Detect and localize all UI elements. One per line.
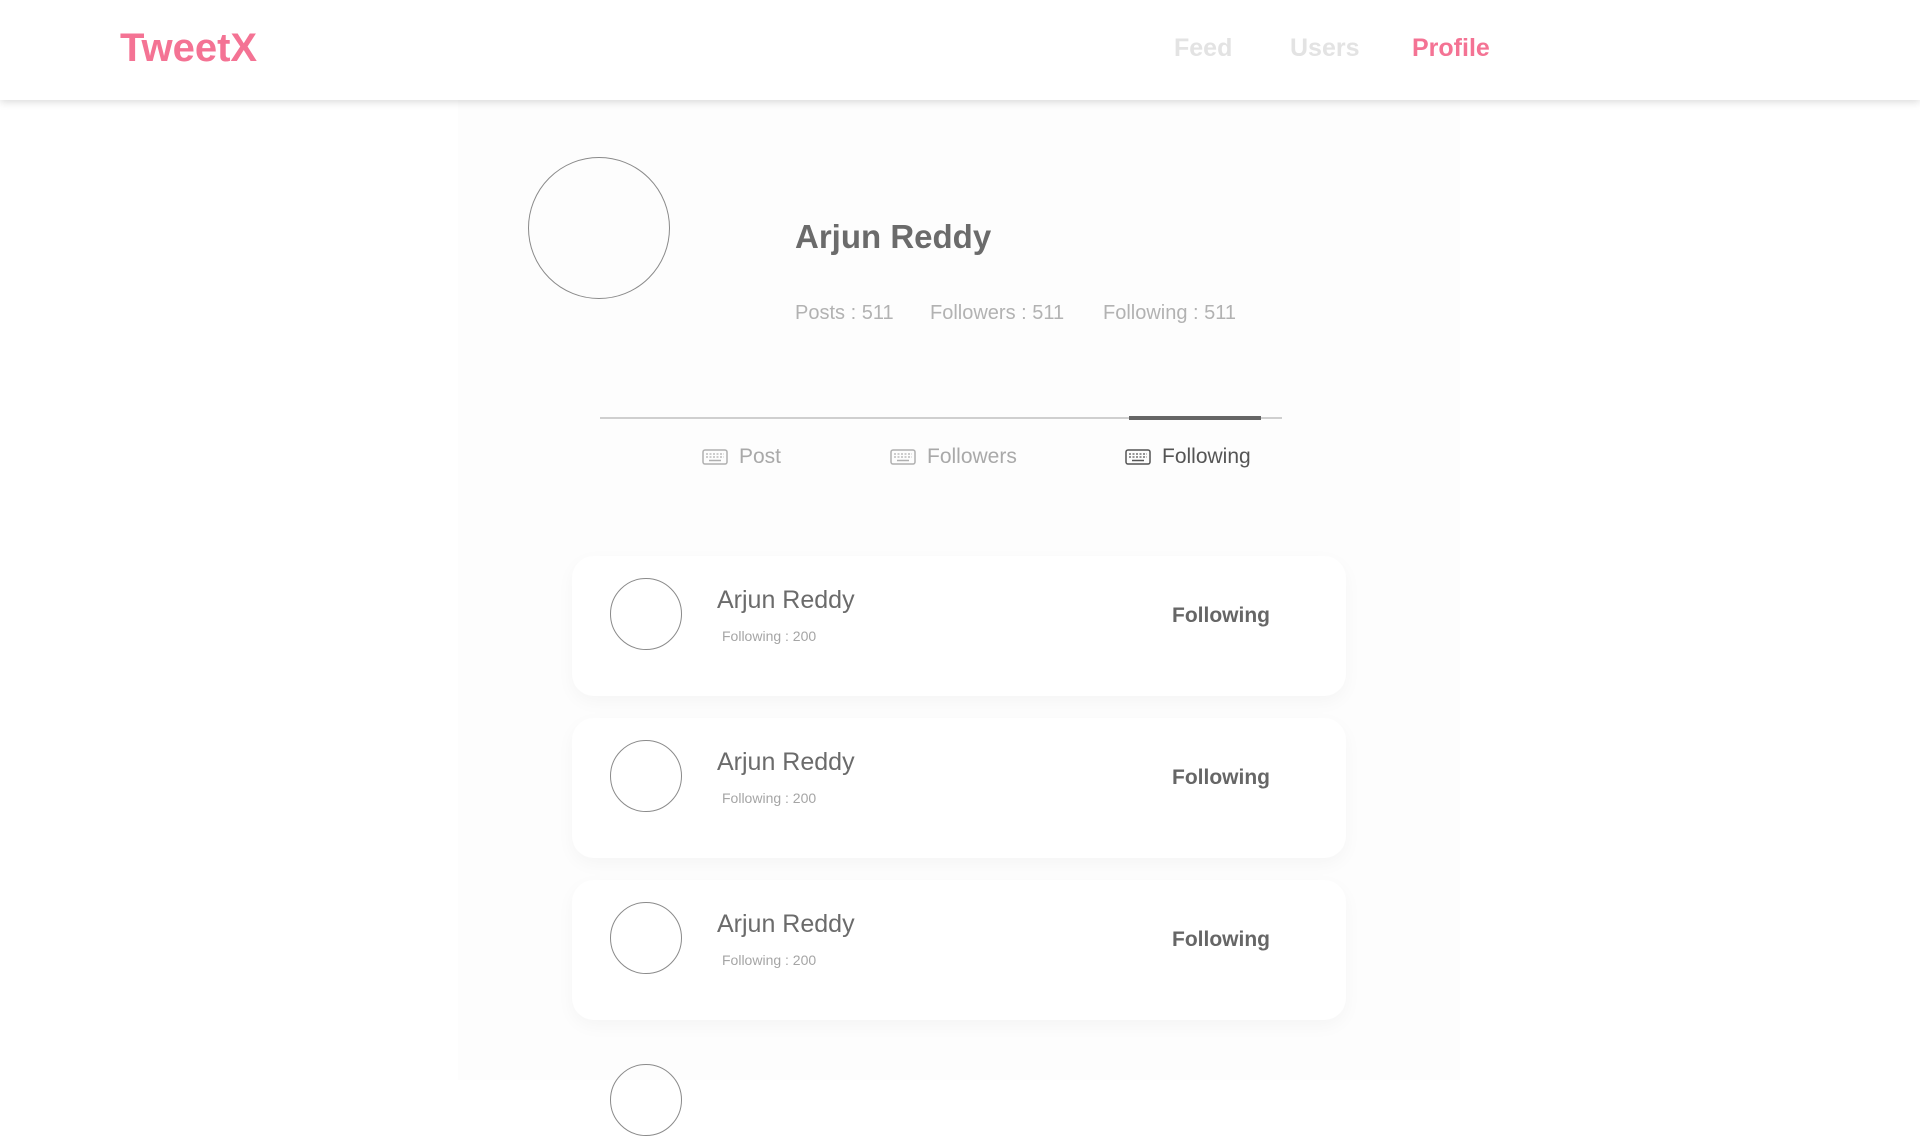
brand-logo[interactable]: TweetX [120, 26, 257, 71]
tab-post[interactable]: Post [702, 445, 781, 469]
stat-followers: Followers : 511 [930, 302, 1065, 324]
user-avatar[interactable] [610, 902, 682, 974]
keyboard-icon [890, 448, 916, 466]
tab-followers[interactable]: Followers [890, 445, 1017, 469]
user-name[interactable]: Arjun Reddy [717, 748, 855, 777]
user-avatar[interactable] [610, 740, 682, 812]
user-avatar[interactable] [610, 578, 682, 650]
following-button[interactable]: Following [1172, 604, 1270, 628]
profile-name: Arjun Reddy [795, 218, 992, 255]
tab-post-label: Post [739, 445, 782, 468]
tab-following[interactable]: Following [1125, 445, 1251, 469]
profile-avatar [528, 157, 670, 299]
user-following-count: Following : 200 [722, 952, 817, 968]
top-navbar: TweetX Feed Users Profile [0, 0, 1920, 100]
user-following-count: Following : 200 [722, 628, 817, 644]
active-tab-indicator [1129, 416, 1261, 420]
user-card: Arjun Reddy Following : 200 Following [572, 718, 1346, 858]
following-button[interactable]: Following [1172, 928, 1270, 952]
stat-following: Following : 511 [1103, 302, 1237, 324]
nav-users-link[interactable]: Users [1290, 34, 1360, 63]
keyboard-icon [1125, 448, 1151, 466]
user-name[interactable]: Arjun Reddy [717, 586, 855, 615]
user-avatar[interactable] [610, 1064, 682, 1136]
tab-following-label: Following [1162, 445, 1251, 468]
nav-profile-link[interactable]: Profile [1412, 34, 1490, 63]
keyboard-icon [702, 448, 728, 466]
nav-feed-link[interactable]: Feed [1174, 34, 1232, 63]
tab-followers-label: Followers [927, 445, 1017, 468]
user-card: Arjun Reddy Following : 200 Following [572, 880, 1346, 1020]
stat-posts: Posts : 511 [795, 302, 894, 324]
user-following-count: Following : 200 [722, 790, 817, 806]
user-name[interactable]: Arjun Reddy [717, 910, 855, 939]
user-card: Arjun Reddy Following : 200 Following [572, 556, 1346, 696]
following-button[interactable]: Following [1172, 766, 1270, 790]
